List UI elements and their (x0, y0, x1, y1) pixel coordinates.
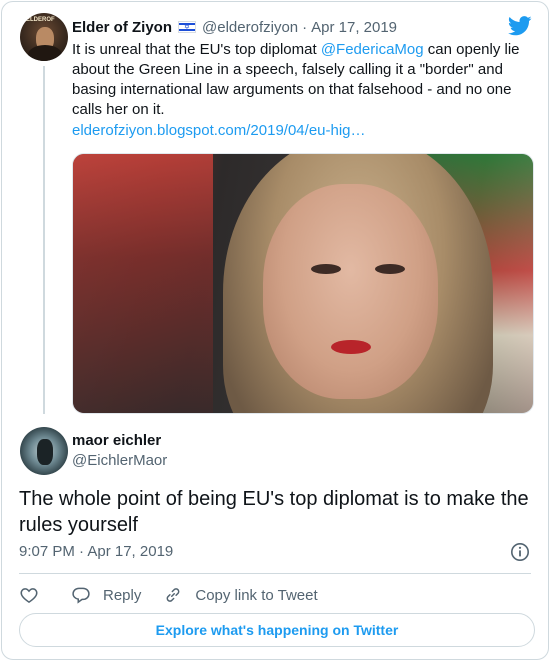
main-author-name[interactable]: maor eichler (72, 432, 161, 449)
parent-tweet-date[interactable]: Apr 17, 2019 (311, 19, 397, 36)
article-link[interactable]: elderofziyon.blogspot.com/2019/04/eu-hig… (72, 121, 366, 141)
reply-button[interactable]: Reply (71, 585, 141, 605)
like-button[interactable] (19, 585, 39, 605)
reply-label: Reply (103, 586, 142, 604)
main-author-handle[interactable]: @EichlerMaor (72, 452, 167, 469)
parent-author-name[interactable]: Elder of Ziyon (72, 19, 172, 36)
avatar-robe (28, 45, 62, 61)
explore-twitter-button[interactable]: Explore what's happening on Twitter (19, 613, 535, 647)
tweet-photo[interactable] (72, 153, 534, 414)
main-tweet-text: The whole point of being EU's top diplom… (19, 488, 529, 536)
parent-text-before: It is unreal that the EU's top diplomat (72, 41, 321, 58)
main-tweet-timestamp[interactable]: 9:07 PM · Apr 17, 2019 (19, 543, 173, 560)
twitter-bird-icon[interactable] (508, 16, 532, 36)
info-icon[interactable] (510, 542, 530, 562)
copy-link-label: Copy link to Tweet (195, 586, 318, 604)
parent-tweet-header: Elder of Ziyon ✡ @elderofziyon · Apr 17,… (72, 17, 397, 37)
maor-eichler-avatar[interactable] (20, 427, 68, 475)
heart-icon (20, 588, 38, 603)
actions-divider (19, 573, 531, 574)
link-icon (166, 588, 180, 602)
avatar-figure (37, 439, 53, 465)
photo-eye-left (311, 264, 341, 274)
photo-lips (331, 340, 371, 354)
tweet-embed-card: ELDEROF Elder of Ziyon ✡ @elderofziyon ·… (1, 1, 549, 660)
thread-connector-line (43, 66, 45, 414)
parent-tweet-text: It is unreal that the EU's top diplomat … (72, 40, 538, 120)
israel-flag-icon: ✡ (178, 21, 197, 33)
photo-face (263, 184, 438, 399)
reply-icon (72, 587, 90, 604)
copy-link-button[interactable]: Copy link to Tweet (163, 585, 318, 605)
avatar-label: ELDEROF (26, 17, 55, 23)
photo-background-left (73, 154, 213, 413)
elder-of-ziyon-avatar[interactable]: ELDEROF (20, 13, 68, 61)
tweet-actions: Reply Copy link to Tweet (19, 584, 340, 606)
header-separator: · (302, 18, 308, 36)
parent-author-handle[interactable]: @elderofziyon (202, 19, 298, 36)
mention-link[interactable]: @FedericaMog (321, 41, 424, 58)
photo-eye-right (375, 264, 405, 274)
